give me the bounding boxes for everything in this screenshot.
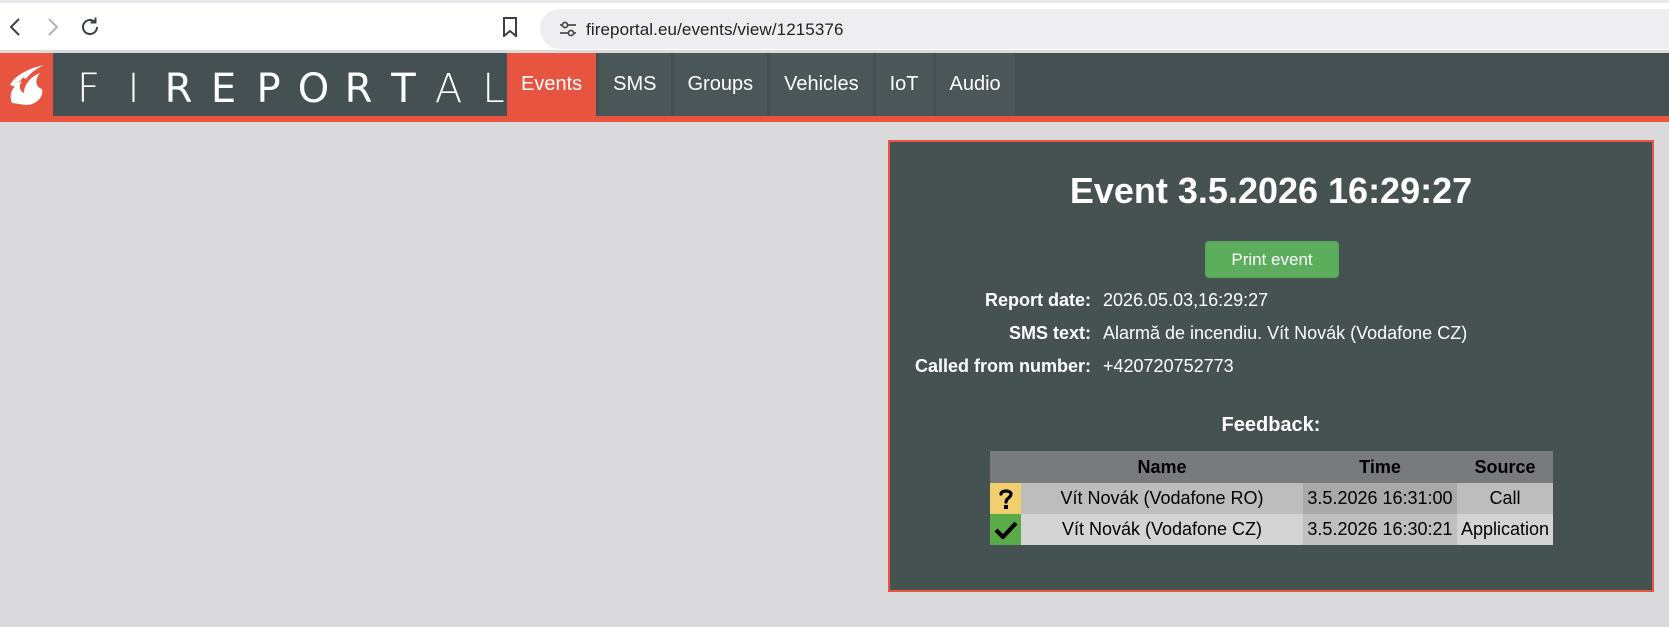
logo-letter: E (210, 66, 237, 112)
logo-letter: F (76, 66, 100, 112)
column-header-time: Time (1303, 451, 1457, 483)
table-row: Vít Novák (Vodafone RO) 3.5.2026 16:31:0… (990, 483, 1553, 514)
nav-iot[interactable]: IoT (875, 53, 933, 116)
flame-icon (9, 64, 44, 105)
logo-letter: P (256, 66, 281, 112)
cell-time: 3.5.2026 16:31:00 (1303, 483, 1457, 514)
browser-toolbar: fireportal.eu/events/view/1215376 (0, 0, 1669, 50)
forward-arrow-icon (48, 18, 59, 36)
logo-letter: R (164, 66, 193, 112)
detail-label: SMS text: (1008, 323, 1091, 343)
site-settings-icon[interactable] (558, 20, 578, 38)
logo-letter: A (434, 66, 463, 112)
address-bar[interactable]: fireportal.eu/events/view/1215376 (540, 9, 1669, 49)
detail-value: Alarmă de incendiu. Vít Novák (Vodafone … (1103, 323, 1468, 343)
logo-letter: R (344, 66, 373, 112)
column-header-status (990, 451, 1021, 483)
event-panel: Event 3.5.2026 16:29:27 Print event Repo… (888, 140, 1654, 592)
reload-icon (82, 17, 98, 35)
cell-name: Vít Novák (Vodafone RO) (1021, 483, 1303, 514)
column-header-source: Source (1457, 451, 1553, 483)
cell-name: Vít Novák (Vodafone CZ) (1021, 514, 1303, 545)
detail-label: Report date: (984, 290, 1091, 310)
question-icon (998, 488, 1013, 509)
url-text: fireportal.eu/events/view/1215376 (586, 20, 844, 39)
logo-letter: T (391, 66, 416, 112)
logo-mark[interactable] (0, 53, 53, 116)
table-header-row: Name Time Source (990, 451, 1553, 483)
main-nav: Events SMS Groups Vehicles IoT Audio (507, 53, 1018, 116)
nav-audio[interactable]: Audio (935, 53, 1015, 116)
cell-source: Call (1457, 483, 1553, 514)
detail-value: +420720752773 (1103, 356, 1234, 376)
event-title: Event 3.5.2026 16:29:27 (1069, 170, 1473, 211)
logo-wordmark[interactable]: FIREPORTAL (66, 66, 516, 112)
feedback-table: Name Time Source Vít Novák (Vodafone RO)… (990, 451, 1553, 545)
feedback-title: Feedback: (1221, 414, 1321, 436)
print-event-button[interactable]: Print event (1205, 241, 1339, 278)
nav-sms[interactable]: SMS (599, 53, 671, 116)
nav-groups[interactable]: Groups (673, 53, 768, 116)
detail-report-date: Report date: 2026.05.03,16:29:27 (890, 290, 1652, 316)
back-arrow-icon (9, 18, 20, 36)
logo-letter: O (297, 66, 330, 112)
bookmark-icon (503, 17, 517, 37)
status-cell (990, 514, 1021, 545)
status-cell (990, 483, 1021, 514)
detail-value: 2026.05.03,16:29:27 (1103, 290, 1269, 310)
bookmark-button[interactable] (496, 13, 524, 41)
site-header: FIREPORTAL Events SMS Groups Vehicles Io… (0, 53, 1669, 122)
detail-sms-text: SMS text: Alarmă de incendiu. Vít Novák … (890, 323, 1652, 349)
detail-label: Called from number: (914, 356, 1091, 376)
cell-source: Application (1457, 514, 1553, 545)
detail-called-from: Called from number: +420720752773 (890, 356, 1652, 382)
column-header-name: Name (1021, 451, 1303, 483)
back-button[interactable] (0, 11, 32, 43)
table-row: Vít Novák (Vodafone CZ) 3.5.2026 16:30:2… (990, 514, 1553, 545)
reload-button[interactable] (74, 11, 106, 43)
nav-vehicles[interactable]: Vehicles (770, 53, 873, 116)
cell-time: 3.5.2026 16:30:21 (1303, 514, 1457, 545)
logo-letter: I (127, 66, 140, 112)
forward-button[interactable] (36, 11, 68, 43)
check-icon (994, 521, 1018, 539)
nav-events[interactable]: Events (507, 53, 597, 116)
